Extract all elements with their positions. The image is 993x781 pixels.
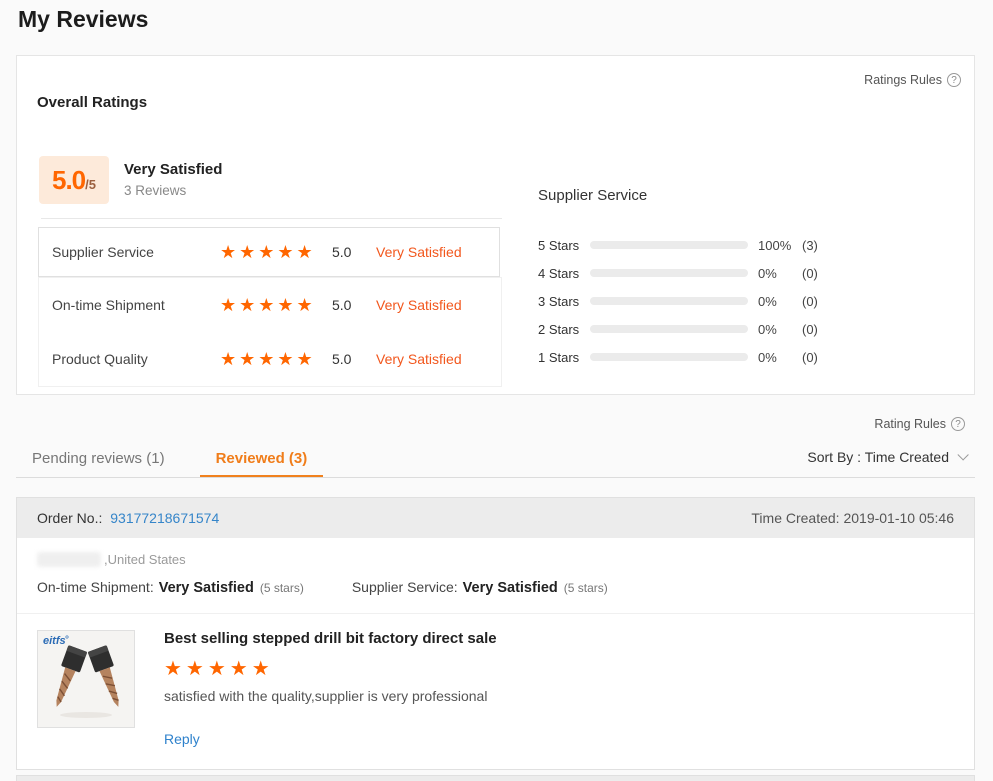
product-image[interactable]: eitfs [37, 630, 135, 728]
distribution-bar-track [590, 269, 748, 277]
review-card-header: Order No.: 93177218671574 Time Created: … [17, 498, 974, 538]
overall-score-max: /5 [85, 177, 96, 192]
five-stars-icon: ★★★★★ [220, 242, 332, 263]
supplier-service-rating: Supplier Service: Very Satisfied (5 star… [352, 579, 608, 596]
rating-value: Very Satisfied [159, 580, 254, 596]
rating-value: Very Satisfied [463, 580, 558, 596]
distribution-label: 1 Stars [538, 350, 590, 365]
rating-stars-note: (5 stars) [260, 581, 304, 595]
distribution-row-4-stars: 4 Stars 0% (0) [538, 259, 818, 287]
rating-stars-note: (5 stars) [564, 581, 608, 595]
overall-score-value: 5.0 [52, 165, 85, 196]
my-reviews-page: My Reviews Ratings Rules ? Overall Ratin… [0, 0, 993, 781]
overall-ratings-panel: Ratings Rules ? Overall Ratings 5.0 /5 V… [16, 55, 975, 395]
distribution-label: 4 Stars [538, 266, 590, 281]
star-distribution-panel: Supplier Service 5 Stars 100% (3) 4 Star… [538, 187, 818, 371]
rating-row-product-quality[interactable]: Product Quality ★★★★★ 5.0 Very Satisfied [39, 332, 501, 386]
overall-score-badge: 5.0 /5 [39, 156, 109, 204]
ontime-shipment-rating: On-time Shipment: Very Satisfied (5 star… [37, 579, 304, 596]
distribution-percent: 0% [758, 294, 802, 309]
order-number-label: Order No.: [37, 510, 102, 526]
distribution-row-5-stars: 5 Stars 100% (3) [538, 231, 818, 259]
five-stars-icon: ★★★★★ [220, 349, 332, 370]
distribution-count: (0) [802, 322, 818, 337]
distribution-row-3-stars: 3 Stars 0% (0) [538, 287, 818, 315]
score-divider [41, 218, 502, 219]
tab-pending-reviews[interactable]: Pending reviews (1) [32, 441, 165, 477]
page-title: My Reviews [18, 6, 148, 33]
order-number-link[interactable]: 93177218671574 [110, 510, 219, 526]
ratings-rules-label: Ratings Rules [864, 73, 942, 87]
distribution-count: (0) [802, 266, 818, 281]
tab-reviewed[interactable]: Reviewed (3) [200, 441, 324, 477]
rating-row-status: Very Satisfied [376, 297, 462, 313]
distribution-heading: Supplier Service [538, 187, 818, 204]
distribution-count: (3) [802, 238, 818, 253]
rating-row-score: 5.0 [332, 351, 376, 367]
distribution-count: (0) [802, 294, 818, 309]
distribution-percent: 100% [758, 238, 802, 253]
help-circle-icon[interactable]: ? [951, 417, 965, 431]
reply-button[interactable]: Reply [164, 731, 497, 747]
distribution-percent: 0% [758, 350, 802, 365]
review-ratings-line: On-time Shipment: Very Satisfied (5 star… [37, 579, 954, 596]
distribution-bar-track [590, 325, 748, 333]
buyer-country-text: ,United States [104, 552, 186, 567]
distribution-percent: 0% [758, 322, 802, 337]
overall-score-summary: 5.0 /5 Very Satisfied 3 Reviews [39, 156, 222, 204]
distribution-count: (0) [802, 350, 818, 365]
rating-row-status: Very Satisfied [376, 244, 462, 260]
svg-text:eitfs: eitfs [43, 635, 66, 647]
sort-by-dropdown[interactable]: Sort By : Time Created [807, 449, 965, 465]
rating-row-status: Very Satisfied [376, 351, 462, 367]
rating-row-score: 5.0 [332, 244, 376, 260]
help-circle-icon[interactable]: ? [947, 73, 961, 87]
rating-row-score: 5.0 [332, 297, 376, 313]
distribution-label: 2 Stars [538, 322, 590, 337]
distribution-row-2-stars: 2 Stars 0% (0) [538, 315, 818, 343]
rating-row-supplier-service[interactable]: Supplier Service ★★★★★ 5.0 Very Satisfie… [38, 227, 500, 277]
rating-row-label: Product Quality [52, 351, 220, 367]
rating-row-ontime-shipment[interactable]: On-time Shipment ★★★★★ 5.0 Very Satisfie… [39, 278, 501, 332]
five-stars-icon: ★★★★★ [220, 295, 332, 316]
distribution-bar-track [590, 297, 748, 305]
overall-score-label: Very Satisfied [124, 161, 222, 178]
sort-by-label: Sort By : Time Created [807, 449, 949, 465]
review-card: Order No.: 93177218671574 Time Created: … [16, 497, 975, 770]
rating-row-label: On-time Shipment [52, 297, 220, 313]
product-title[interactable]: Best selling stepped drill bit factory d… [164, 630, 497, 647]
overall-ratings-heading: Overall Ratings [37, 94, 147, 111]
rating-row-label: Supplier Service [52, 244, 220, 260]
buyer-line: ,United States [37, 549, 954, 569]
distribution-row-1-stars: 1 Stars 0% (0) [538, 343, 818, 371]
rating-rules-label: Rating Rules [874, 417, 946, 431]
drill-bits-image: eitfs [38, 631, 134, 727]
rating-rows-group: On-time Shipment ★★★★★ 5.0 Very Satisfie… [38, 277, 502, 387]
distribution-bar-track [590, 241, 748, 249]
distribution-label: 5 Stars [538, 238, 590, 253]
overall-reviews-count: 3 Reviews [124, 183, 222, 198]
distribution-label: 3 Stars [538, 294, 590, 309]
next-review-card-partial [16, 775, 975, 781]
order-number-group: Order No.: 93177218671574 [37, 510, 219, 526]
distribution-bar-track [590, 353, 748, 361]
rating-label: Supplier Service: [352, 579, 458, 595]
product-review-row: eitfs [37, 630, 954, 747]
distribution-percent: 0% [758, 266, 802, 281]
rating-rules-link[interactable]: Rating Rules ? [874, 417, 965, 431]
review-divider [17, 613, 974, 614]
review-comment: satisfied with the quality,supplier is v… [164, 688, 497, 704]
time-created-text: Time Created: 2019-01-10 05:46 [751, 510, 954, 526]
ratings-rules-link[interactable]: Ratings Rules ? [864, 73, 961, 87]
rating-label: On-time Shipment: [37, 579, 154, 595]
review-five-stars-icon: ★★★★★ [164, 656, 497, 681]
buyer-name-blurred [37, 552, 101, 567]
